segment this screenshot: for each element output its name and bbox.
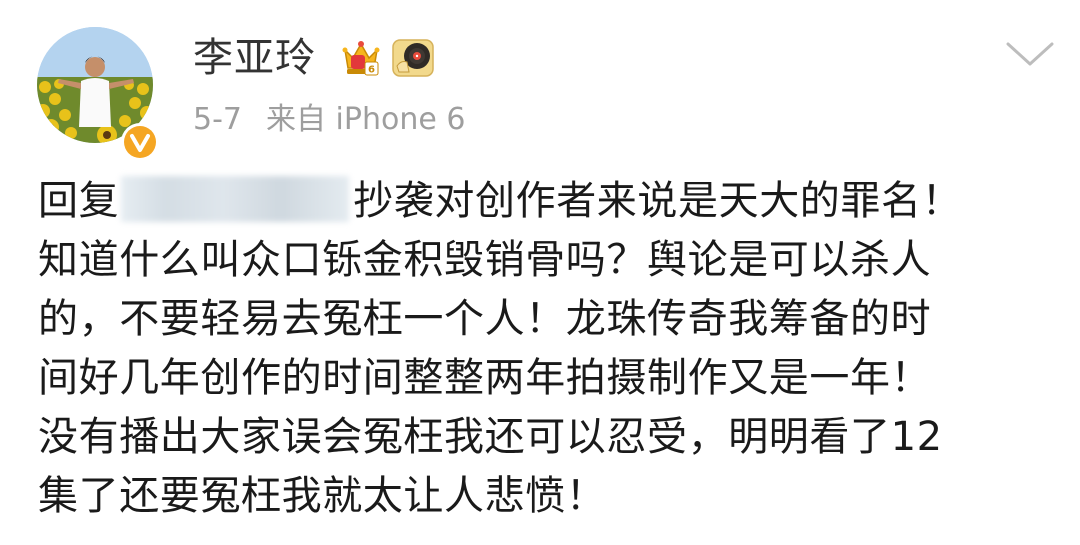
blurred-mention[interactable] [121, 176, 350, 222]
post-content: 回复 抄袭对创作者来说是天大的罪名！ 知道什么叫众口铄金积毁销骨吗？舆论是可以杀人… [38, 172, 1048, 526]
content-text: 抄袭对创作者来说是天大的罪名！ [353, 178, 963, 224]
content-line-2: 知道什么叫众口铄金积毁销骨吗？舆论是可以杀人 [38, 237, 932, 283]
content-line-3: 的，不要轻易去冤枉一个人！龙珠传奇我筹备的时 [38, 296, 932, 342]
avatar-container[interactable] [37, 27, 159, 161]
post-source[interactable]: 来自 iPhone 6 [266, 102, 465, 137]
author-name[interactable]: 李亚玲 [193, 30, 316, 86]
crown-level-6-icon[interactable]: 6 [339, 36, 383, 80]
chevron-down-icon[interactable] [1004, 38, 1056, 70]
post-date: 5-7 [193, 102, 242, 137]
content-line-4: 间好几年创作的时间整整两年拍摄制作又是一年！ [38, 355, 932, 401]
weibo-post: 李亚玲 6 5-7 来自 iPhone 6 回复 抄袭对创作者来说是天大的罪名！ 知… [0, 0, 1080, 545]
svg-text:6: 6 [368, 65, 375, 76]
content-line-5: 没有播出大家误会冤枉我还可以忍受，明明看了12 [38, 414, 943, 460]
content-line-6: 集了还要冤枉我就太让人悲愤！ [38, 473, 607, 519]
post-meta: 5-7 来自 iPhone 6 [193, 99, 465, 141]
content-line-1: 回复 抄袭对创作者来说是天大的罪名！ [38, 172, 1048, 231]
reply-prefix: 回复 [38, 178, 120, 224]
verified-v-icon [121, 123, 159, 161]
music-record-icon[interactable] [391, 36, 435, 80]
